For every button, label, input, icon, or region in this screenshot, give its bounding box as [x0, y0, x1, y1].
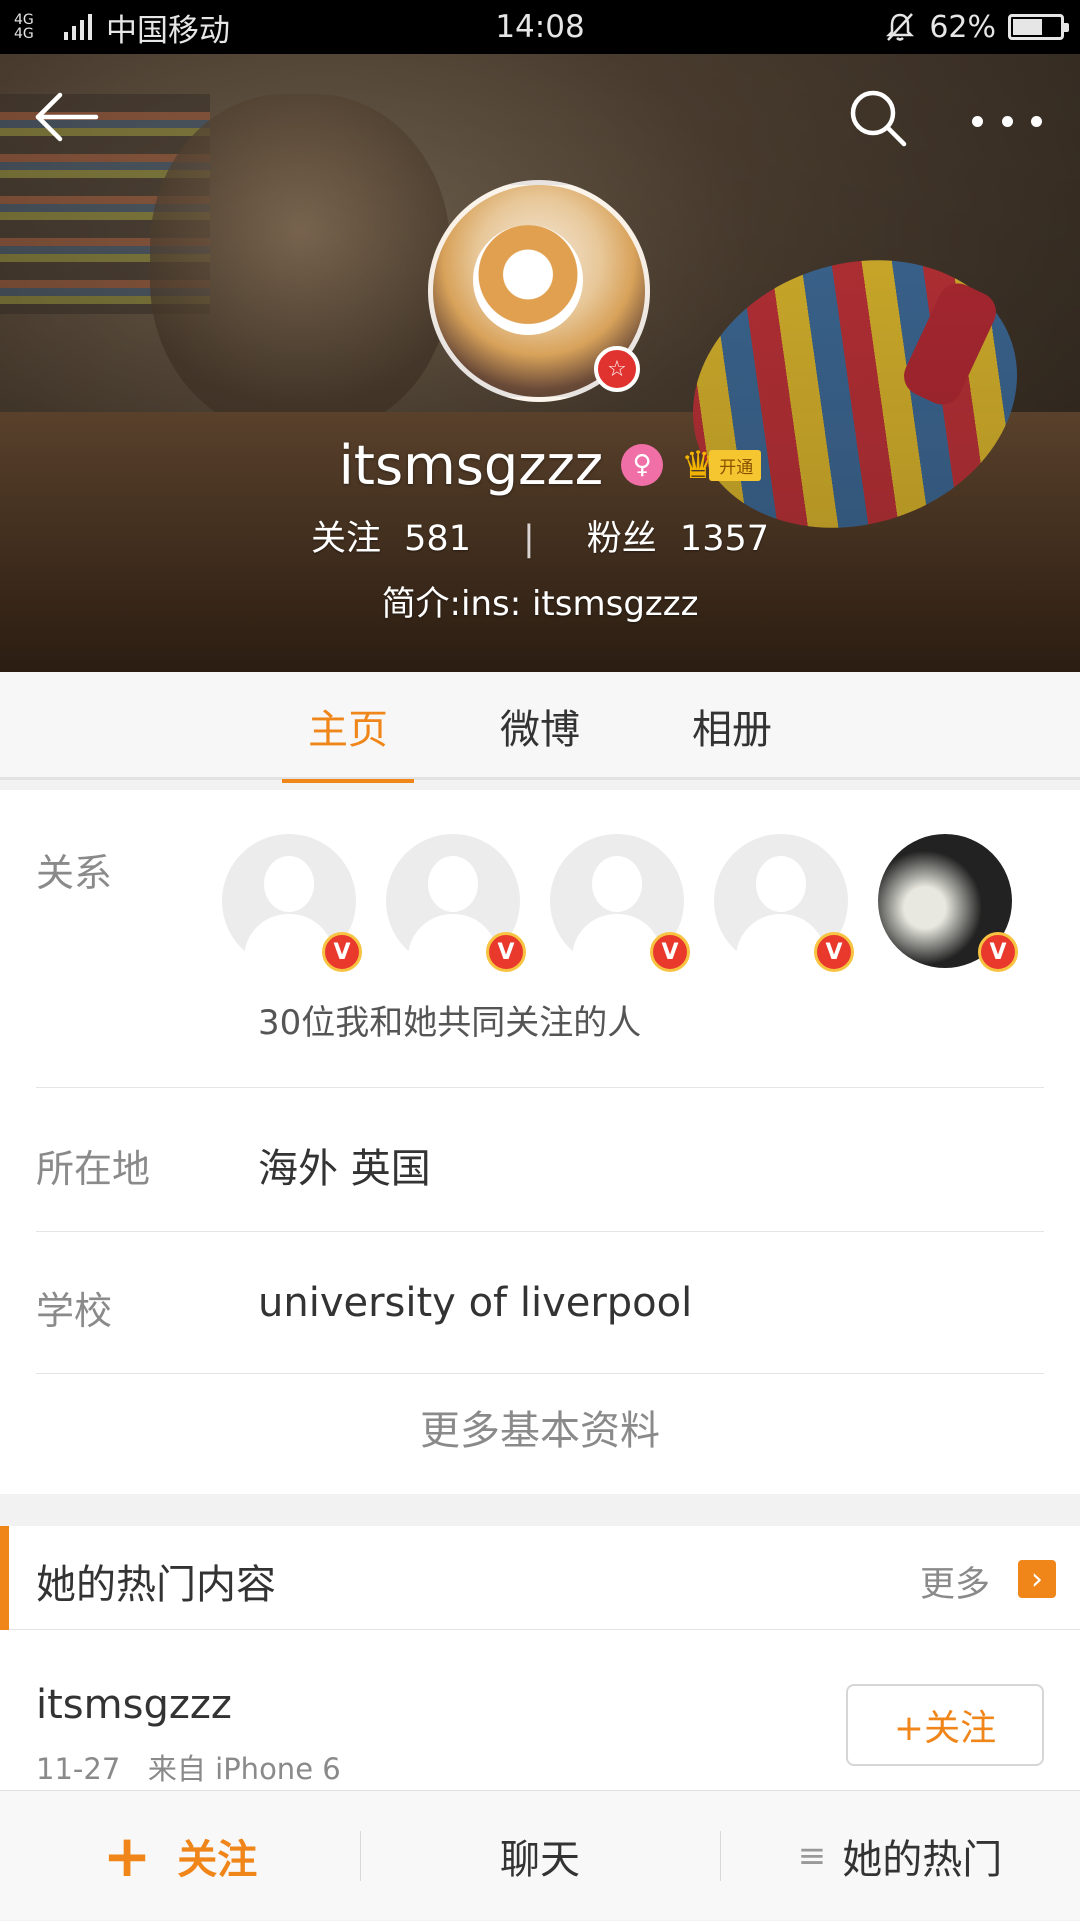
more-dots-icon[interactable]: [972, 96, 1042, 146]
common-follow-avatars: V V V V V: [222, 834, 1018, 972]
verified-v-icon: V: [322, 932, 362, 972]
status-right: 62%: [883, 0, 1069, 54]
chat-action-label: 聊天: [500, 1836, 580, 1883]
section-accent-bar: [0, 1526, 9, 1630]
menu-icon: ≡: [797, 1835, 827, 1876]
followers-count: 1357: [679, 519, 769, 559]
avatar[interactable]: V: [222, 834, 362, 972]
tab-home[interactable]: 主页: [252, 672, 444, 783]
username: itsmsgzzz: [338, 433, 604, 497]
post-card[interactable]: itsmsgzzz 11-27 来自 iPhone 6 +关注: [0, 1630, 1080, 1790]
info-card: 关系 V V V V V 30位我和她共同关注的人 所在地 海外 英国 学校 u…: [0, 790, 1080, 1494]
following-link[interactable]: 关注 581: [305, 519, 477, 559]
school-label: 学校: [36, 1289, 113, 1333]
post-meta: 11-27 来自 iPhone 6: [36, 1752, 341, 1786]
search-icon[interactable]: [846, 86, 910, 150]
follow-button[interactable]: +关注: [846, 1684, 1044, 1766]
avatar[interactable]: V: [714, 834, 854, 972]
hot-action-label: 她的热门: [842, 1836, 1003, 1883]
profile-tabs: 主页 微博 相册: [0, 672, 1080, 783]
status-bar: 4G 4G 中国移动 14:08 62%: [0, 0, 1080, 54]
hot-content-title: 她的热门内容: [36, 1562, 276, 1608]
avatar[interactable]: V: [550, 834, 690, 972]
battery-icon: [1008, 14, 1069, 40]
username-row: itsmsgzzz ♀ ♛ 开通: [0, 430, 1080, 500]
follow-counts: 关注 581 | 粉丝 1357: [0, 510, 1080, 561]
tab-weibo[interactable]: 微博: [444, 672, 636, 780]
relation-row[interactable]: 关系 V V V V V 30位我和她共同关注的人: [36, 790, 1044, 1088]
muted-bell-icon: [886, 13, 915, 41]
verified-v-icon: V: [650, 932, 690, 972]
school-row: 学校 university of liverpool: [36, 1232, 1044, 1374]
followers-label: 粉丝: [586, 519, 657, 559]
following-count: 581: [404, 519, 471, 559]
avatar[interactable]: V: [878, 834, 1018, 972]
follow-action-label: 关注: [177, 1836, 258, 1883]
hot-more-link[interactable]: 更多: [920, 1556, 990, 1607]
followers-link[interactable]: 粉丝 1357: [581, 519, 775, 559]
plus-icon: +: [102, 1821, 152, 1890]
chat-action[interactable]: 聊天: [360, 1791, 720, 1921]
more-info-link[interactable]: 更多基本资料: [0, 1398, 1080, 1456]
chevron-right-icon[interactable]: ›: [1018, 1560, 1056, 1598]
star-badge-icon: ☆: [594, 346, 640, 392]
verified-v-icon: V: [814, 932, 854, 972]
verified-v-icon: V: [486, 932, 526, 972]
back-arrow-icon[interactable]: [30, 80, 104, 154]
following-label: 关注: [311, 519, 382, 559]
relation-label: 关系: [36, 851, 113, 895]
location-value: 海外 英国: [258, 1146, 431, 1192]
hot-content-header: 她的热门内容 更多 ›: [0, 1526, 1080, 1630]
tab-album[interactable]: 相册: [636, 672, 828, 780]
post-username[interactable]: itsmsgzzz: [36, 1682, 232, 1728]
location-label: 所在地: [36, 1147, 151, 1191]
hot-action[interactable]: ≡ 她的热门: [720, 1791, 1080, 1921]
vip-label: 开通: [709, 449, 762, 481]
avatar[interactable]: V: [386, 834, 526, 972]
female-icon: ♀: [621, 444, 664, 486]
common-follow-text: 30位我和她共同关注的人: [258, 1003, 642, 1043]
verified-v-icon: V: [978, 932, 1018, 972]
bio: 简介:ins: itsmsgzzz: [381, 584, 699, 624]
follow-action[interactable]: + 关注: [0, 1791, 360, 1921]
bottom-action-bar: + 关注 聊天 ≡ 她的热门: [0, 1790, 1080, 1920]
battery-percent: 62%: [929, 9, 996, 45]
location-row: 所在地 海外 英国: [36, 1088, 1044, 1232]
vip-badge[interactable]: ♛ 开通: [681, 443, 762, 487]
school-value: university of liverpool: [258, 1280, 693, 1326]
divider: |: [522, 519, 535, 559]
